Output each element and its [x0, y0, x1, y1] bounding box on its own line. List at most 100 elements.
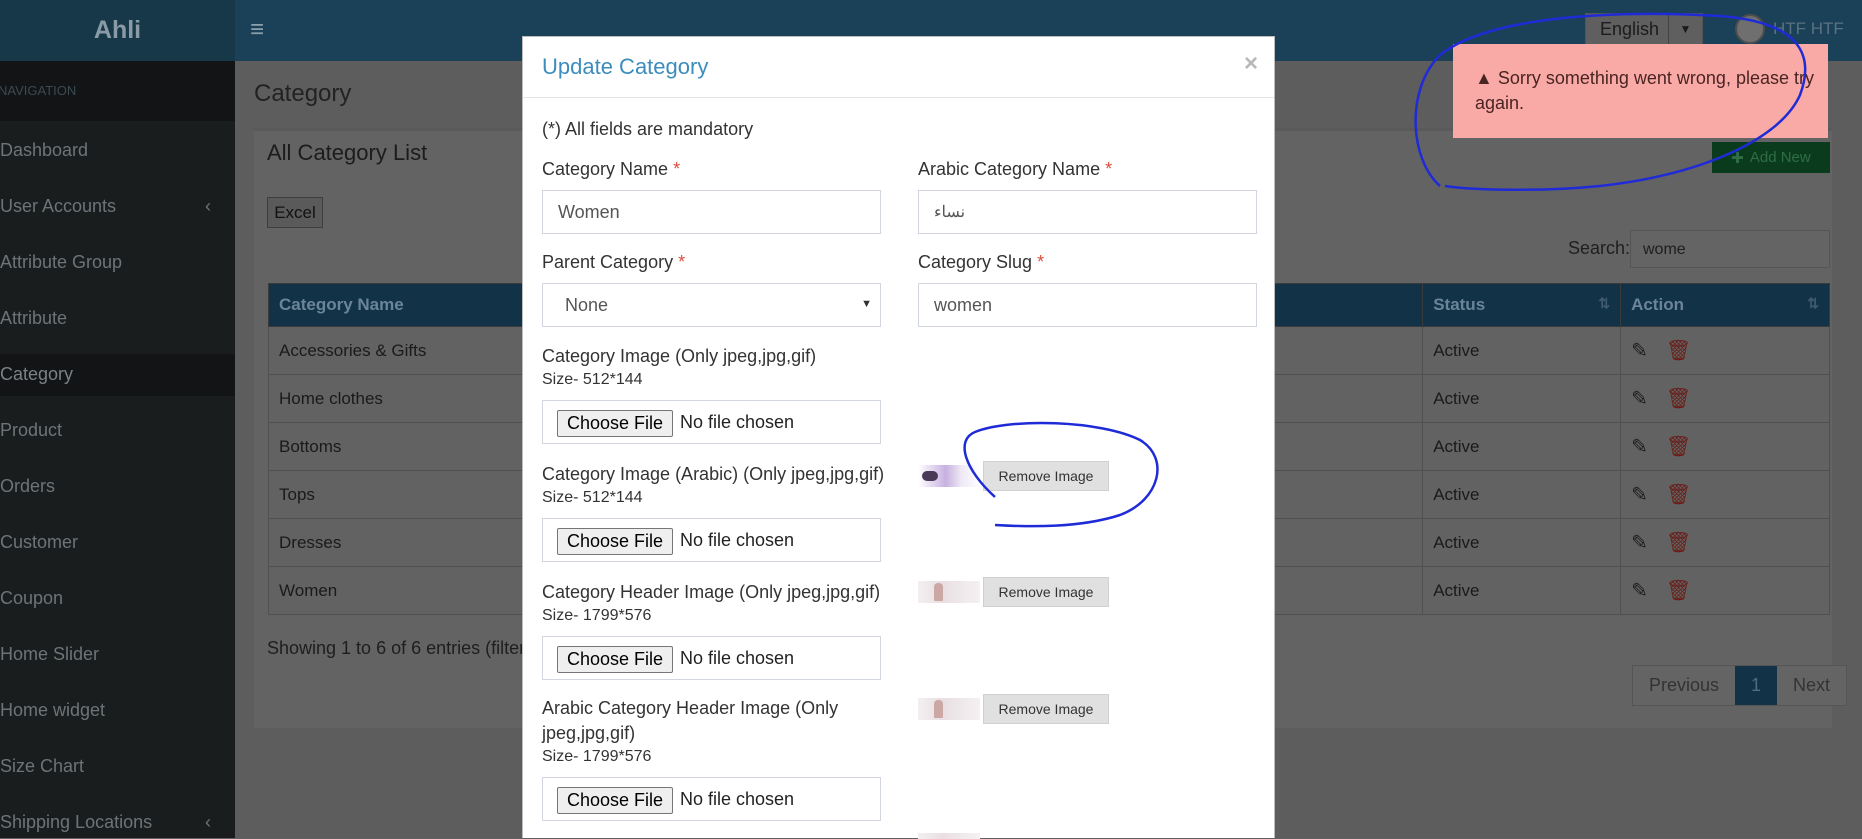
next-thumbnail-partial [918, 833, 980, 839]
error-alert: ▲ Sorry something went wrong, please try… [1453, 44, 1828, 138]
user-name: HTF HTF [1773, 19, 1844, 38]
sidebar-item-product[interactable]: Product [0, 420, 235, 441]
pagination: Previous 1 Next [1632, 665, 1848, 706]
trash-icon[interactable]: 🗑 [1666, 484, 1691, 506]
no-file-text: No file chosen [680, 789, 795, 809]
arabic-header-image-label-line1: Arabic Category Header Image (Only [542, 698, 839, 718]
category-name-input[interactable]: Women [542, 190, 881, 234]
category-slug-label: Category Slug * [918, 252, 1045, 272]
sidebar-item-category[interactable]: Category [0, 354, 235, 396]
arabic-header-image-size: Size- 1799*576 [542, 748, 652, 765]
update-category-modal: Update Category × (*) All fields are man… [522, 36, 1275, 839]
trash-icon[interactable]: 🗑 [1666, 340, 1691, 362]
sidebar-item-attribute-group[interactable]: Attribute Group [0, 252, 235, 273]
remove-image-button[interactable]: Remove Image [983, 461, 1109, 491]
cell-status: Active [1422, 374, 1622, 423]
page-1-button[interactable]: 1 [1735, 666, 1778, 705]
remove-image-button[interactable]: Remove Image [983, 694, 1109, 724]
arabic-category-name-input[interactable]: نساء [918, 190, 1257, 234]
remove-image-button[interactable]: Remove Image [983, 577, 1109, 607]
category-header-image-size: Size- 1799*576 [542, 607, 652, 624]
sidebar-heading: NAVIGATION [0, 61, 235, 121]
column-header-action[interactable]: Action ⇅ [1620, 283, 1830, 327]
sidebar-item-home-slider[interactable]: Home Slider [0, 644, 235, 665]
modal-header: Update Category × [523, 37, 1274, 98]
modal-title: Update Category [542, 54, 709, 79]
category-header-image-label: Category Header Image (Only jpeg,jpg,gif… [542, 582, 881, 602]
sidebar-item-size-chart[interactable]: Size Chart [0, 756, 235, 777]
plus-icon: ✚ [1731, 149, 1744, 167]
next-page-button[interactable]: Next [1777, 666, 1847, 705]
cell-status: Active [1422, 518, 1622, 567]
chevron-left-icon: ‹ [205, 812, 211, 832]
language-value: English [1600, 18, 1660, 39]
entries-info: Showing 1 to 6 of 6 entries (filtered [267, 638, 546, 658]
choose-file-button[interactable]: Choose File [557, 787, 673, 814]
cell-status: Active [1422, 566, 1622, 615]
choose-file-button[interactable]: Choose File [557, 528, 673, 555]
previous-page-button[interactable]: Previous [1633, 666, 1736, 705]
edit-icon[interactable]: ✎ [1631, 484, 1648, 506]
box-title: All Category List [267, 140, 428, 165]
trash-icon[interactable]: 🗑 [1666, 532, 1691, 554]
trash-icon[interactable]: 🗑 [1666, 388, 1691, 410]
arabic-category-name-label: Arabic Category Name * [918, 159, 1113, 179]
alert-message: Sorry something went wrong, please try a… [1475, 68, 1814, 113]
no-file-text: No file chosen [680, 412, 795, 432]
cell-actions: ✎ 🗑 [1620, 518, 1830, 567]
no-file-text: No file chosen [680, 648, 795, 668]
sidebar-item-home-widget[interactable]: Home widget [0, 700, 235, 721]
category-header-image-file-input: Choose File No file chosen [542, 636, 881, 680]
sidebar-item-user-accounts[interactable]: User Accounts ‹ [0, 196, 235, 217]
arabic-header-image-file-input: Choose File No file chosen [542, 777, 881, 821]
choose-file-button[interactable]: Choose File [557, 410, 673, 437]
add-new-button[interactable]: ✚ Add New [1712, 142, 1830, 173]
edit-icon[interactable]: ✎ [1631, 580, 1648, 602]
cell-status: Active [1422, 422, 1622, 471]
trash-icon[interactable]: 🗑 [1666, 436, 1691, 458]
cell-actions: ✎ 🗑 [1620, 326, 1830, 375]
close-icon[interactable]: × [1244, 50, 1258, 78]
arabic-header-image-label-line2: jpeg,jpg,gif) [542, 723, 636, 743]
sidebar [0, 61, 235, 838]
sidebar-item-dashboard[interactable]: Dashboard [0, 140, 235, 161]
category-name-label: Category Name * [542, 159, 681, 179]
page-title: Category [254, 80, 352, 107]
edit-icon[interactable]: ✎ [1631, 340, 1648, 362]
avatar [1735, 14, 1765, 44]
edit-icon[interactable]: ✎ [1631, 436, 1648, 458]
column-header-status[interactable]: Status ⇅ [1422, 283, 1622, 327]
parent-category-value: None [565, 295, 609, 315]
cell-actions: ✎ 🗑 [1620, 422, 1830, 471]
warning-icon: ▲ [1475, 68, 1493, 88]
sidebar-item-shipping-locations[interactable]: Shipping Locations ‹ [0, 812, 235, 833]
sidebar-item-customer[interactable]: Customer [0, 532, 235, 553]
sidebar-item-orders[interactable]: Orders [0, 476, 235, 497]
mandatory-note: (*) All fields are mandatory [542, 119, 754, 139]
parent-category-label: Parent Category * [542, 252, 686, 272]
caret-down-icon[interactable]: ▼ [1668, 14, 1702, 44]
parent-category-select[interactable]: None ▼ [542, 283, 881, 327]
edit-icon[interactable]: ✎ [1631, 532, 1648, 554]
search-label: Search: [1568, 238, 1631, 258]
cell-status: Active [1422, 470, 1622, 519]
sidebar-item-coupon[interactable]: Coupon [0, 588, 235, 609]
app-logo[interactable]: Ahli [0, 0, 235, 61]
excel-button[interactable]: Excel [267, 197, 323, 228]
cell-actions: ✎ 🗑 [1620, 470, 1830, 519]
no-file-text: No file chosen [680, 530, 795, 550]
category-image-arabic-thumbnail [918, 465, 980, 487]
category-image-arabic-label: Category Image (Arabic) (Only jpeg,jpg,g… [542, 464, 885, 484]
user-menu[interactable]: HTF HTF [1735, 14, 1844, 44]
language-select[interactable]: English ▼ [1585, 13, 1703, 45]
search-input[interactable]: wome [1630, 230, 1830, 268]
sidebar-item-attribute[interactable]: Attribute [0, 308, 235, 329]
category-slug-input[interactable]: women [918, 283, 1257, 327]
hamburger-icon[interactable]: ≡ [250, 16, 264, 44]
cell-actions: ✎ 🗑 [1620, 374, 1830, 423]
trash-icon[interactable]: 🗑 [1666, 580, 1691, 602]
category-image-arabic-file-input: Choose File No file chosen [542, 518, 881, 562]
choose-file-button[interactable]: Choose File [557, 646, 673, 673]
cell-actions: ✎ 🗑 [1620, 566, 1830, 615]
edit-icon[interactable]: ✎ [1631, 388, 1648, 410]
